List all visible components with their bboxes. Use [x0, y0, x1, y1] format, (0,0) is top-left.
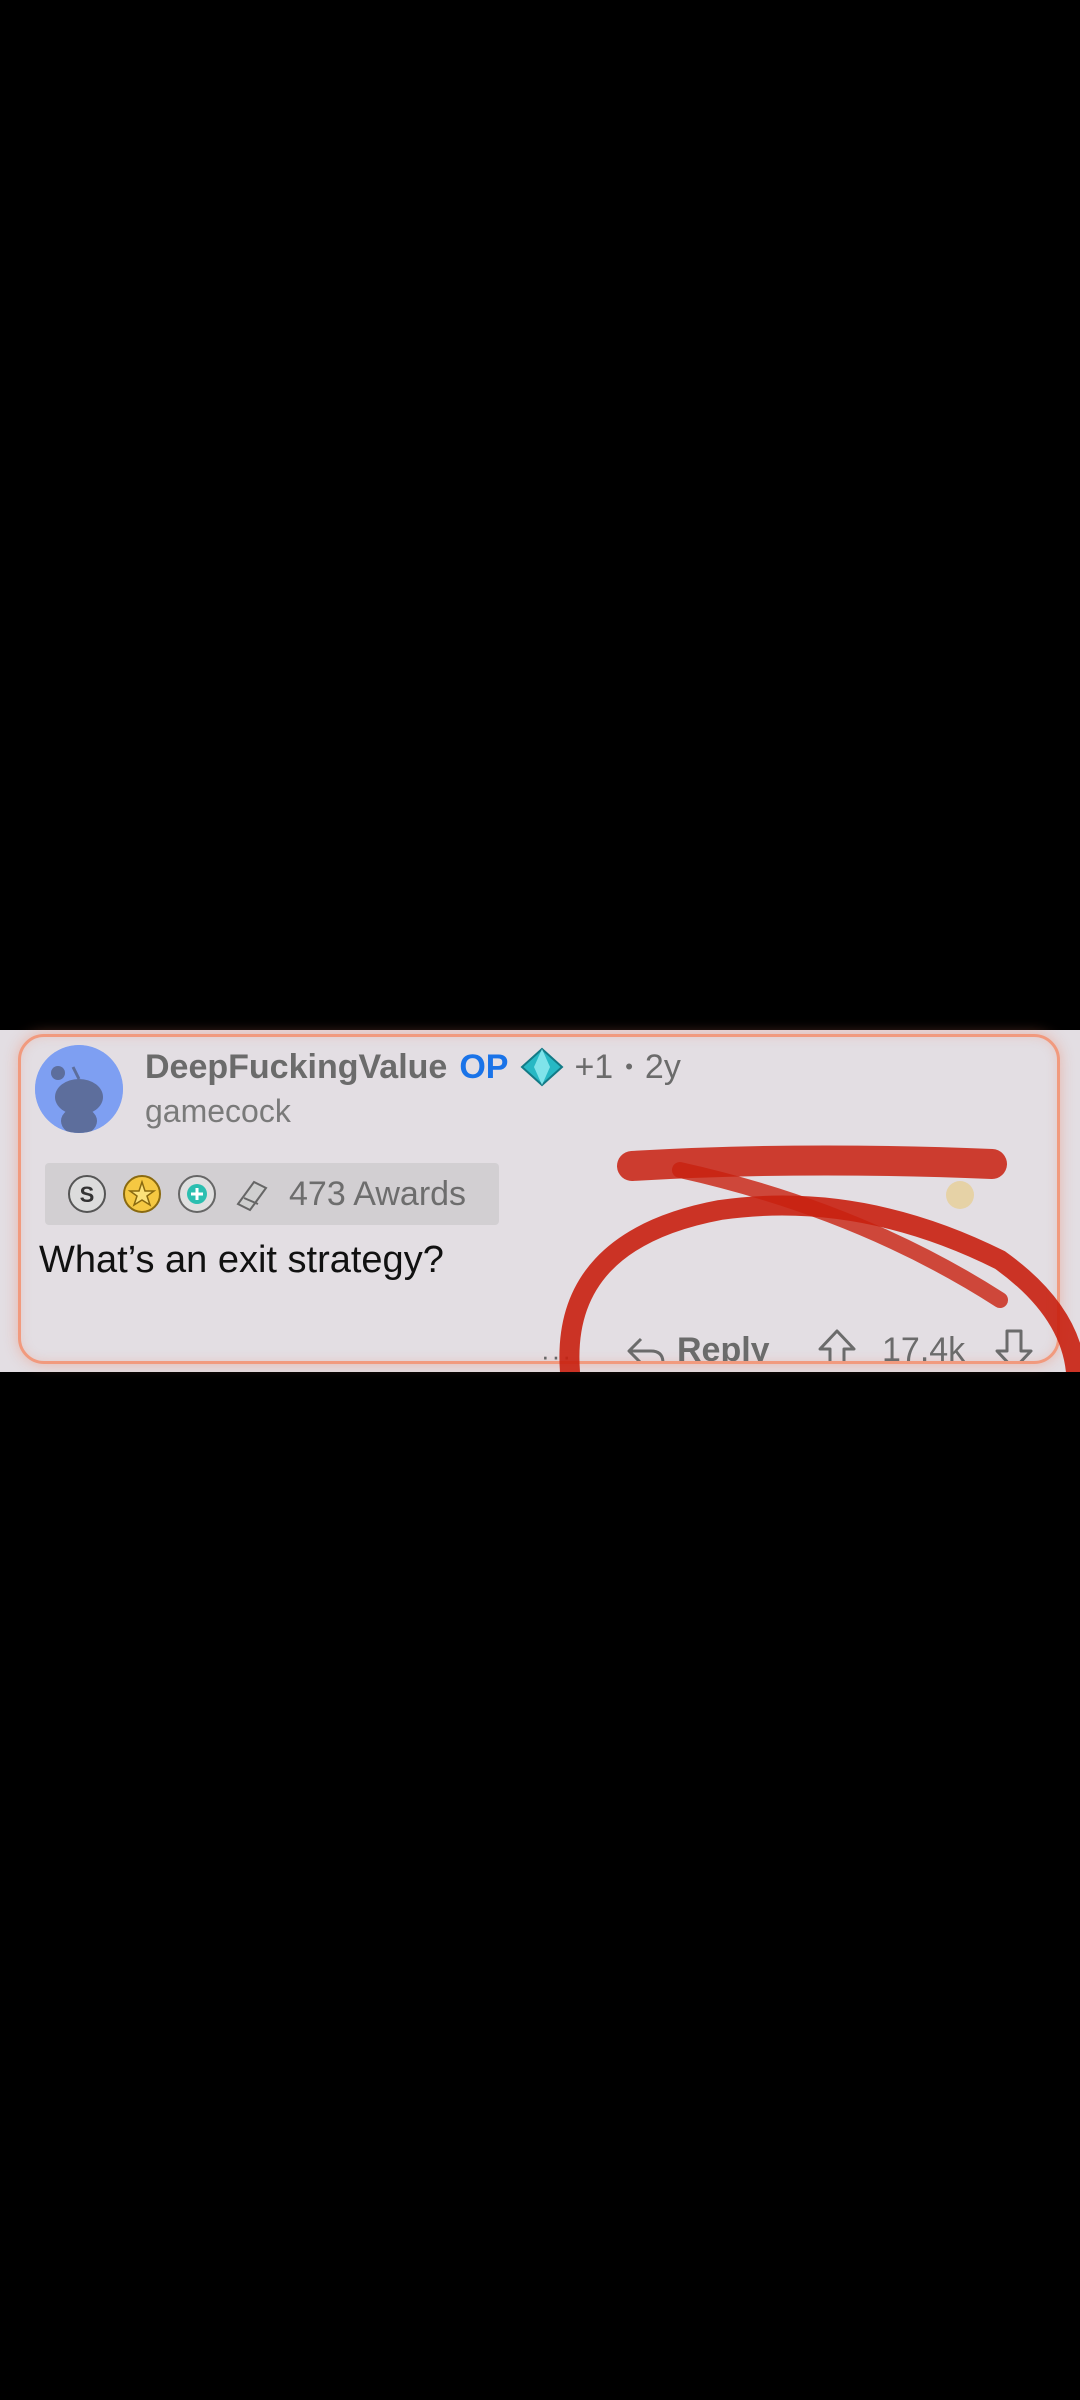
reply-button[interactable]: Reply: [677, 1331, 770, 1361]
plus-count: +1: [574, 1047, 614, 1086]
user-flair: gamecock: [145, 1093, 291, 1129]
comment-actions: ··· Reply 17.4k: [21, 1317, 1057, 1364]
wholesome-award-icon: [232, 1174, 272, 1214]
comment-card: DeepFuckingValue OP +1 • 2y gamecock S 4…: [18, 1034, 1060, 1364]
vote-score: 17.4k: [882, 1331, 966, 1364]
diamond-hands-icon: [520, 1047, 564, 1087]
more-options-button[interactable]: ···: [541, 1341, 573, 1361]
awards-bar[interactable]: S 473 Awards: [45, 1163, 499, 1225]
snoo-avatar-icon: [35, 1045, 123, 1133]
silver-award-icon: S: [67, 1174, 107, 1214]
comment-age: 2y: [644, 1047, 681, 1086]
svg-text:S: S: [80, 1182, 95, 1207]
separator: •: [625, 1054, 633, 1079]
comment-header: DeepFuckingValue OP +1 • 2y: [145, 1047, 681, 1087]
helpful-award-icon: [177, 1174, 217, 1214]
avatar[interactable]: [35, 1045, 123, 1133]
op-badge: OP: [459, 1047, 509, 1086]
reply-icon[interactable]: [625, 1331, 667, 1361]
awards-count: 473 Awards: [289, 1174, 467, 1213]
upvote-icon[interactable]: [816, 1327, 858, 1361]
username[interactable]: DeepFuckingValue: [145, 1048, 447, 1087]
downvote-icon[interactable]: [993, 1327, 1035, 1361]
gold-award-icon: [122, 1174, 162, 1214]
comment-body: What’s an exit strategy?: [39, 1239, 444, 1281]
